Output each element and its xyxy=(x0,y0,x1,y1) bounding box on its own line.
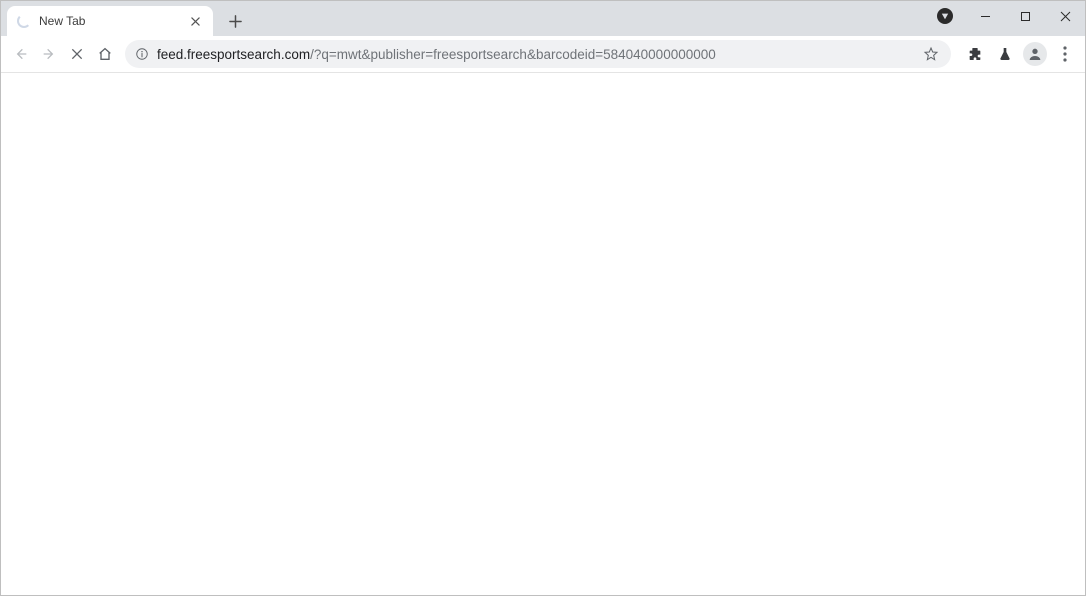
tab-title: New Tab xyxy=(39,14,187,28)
address-bar[interactable]: feed.freesportsearch.com/?q=mwt&publishe… xyxy=(125,40,951,68)
extensions-button[interactable] xyxy=(961,40,989,68)
person-icon xyxy=(1027,46,1043,62)
avatar xyxy=(1023,42,1047,66)
tab-strip: New Tab xyxy=(1,1,1085,36)
flask-icon xyxy=(997,46,1013,62)
back-button[interactable] xyxy=(7,40,35,68)
page-content xyxy=(1,73,1085,595)
maximize-icon xyxy=(1020,11,1031,22)
minimize-icon xyxy=(980,11,991,22)
profile-button[interactable] xyxy=(1021,40,1049,68)
home-icon xyxy=(97,46,113,62)
puzzle-icon xyxy=(967,46,983,62)
star-icon xyxy=(923,46,939,62)
window-minimize-button[interactable] xyxy=(965,1,1005,31)
url-host: feed.freesportsearch.com xyxy=(157,47,310,62)
close-icon xyxy=(191,17,200,26)
update-badge-icon[interactable] xyxy=(937,8,953,24)
bookmark-button[interactable] xyxy=(921,44,941,64)
menu-button[interactable] xyxy=(1051,40,1079,68)
stop-reload-button[interactable] xyxy=(63,40,91,68)
browser-toolbar: feed.freesportsearch.com/?q=mwt&publishe… xyxy=(1,36,1085,73)
arrow-right-icon xyxy=(41,46,57,62)
close-icon xyxy=(1060,11,1071,22)
plus-icon xyxy=(229,15,242,28)
url-text[interactable]: feed.freesportsearch.com/?q=mwt&publishe… xyxy=(157,47,921,62)
home-button[interactable] xyxy=(91,40,119,68)
toolbar-right xyxy=(961,40,1079,68)
info-icon xyxy=(135,47,149,61)
window-maximize-button[interactable] xyxy=(1005,1,1045,31)
tab-close-button[interactable] xyxy=(187,13,203,29)
loading-spinner-icon xyxy=(17,14,31,28)
forward-button[interactable] xyxy=(35,40,63,68)
url-path: /?q=mwt&publisher=freesportsearch&barcod… xyxy=(310,47,716,62)
arrow-left-icon xyxy=(13,46,29,62)
kebab-icon xyxy=(1063,46,1067,62)
site-info-button[interactable] xyxy=(133,45,151,63)
window-close-button[interactable] xyxy=(1045,1,1085,31)
new-tab-button[interactable] xyxy=(221,7,249,35)
close-icon xyxy=(69,46,85,62)
labs-button[interactable] xyxy=(991,40,1019,68)
browser-tab[interactable]: New Tab xyxy=(7,6,213,36)
window-controls xyxy=(937,1,1085,31)
